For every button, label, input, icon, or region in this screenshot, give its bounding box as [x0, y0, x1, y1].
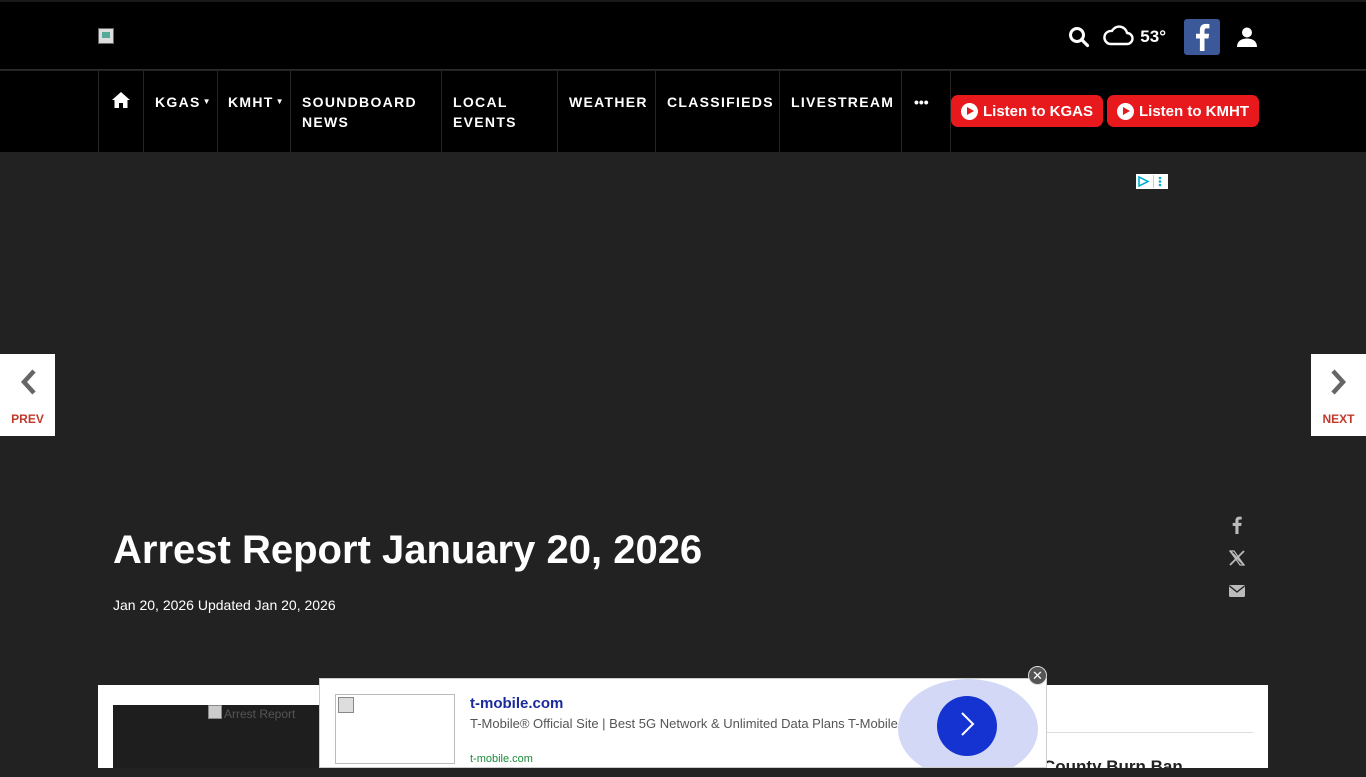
nav-local-events-line1: LOCAL [453, 94, 508, 110]
nav-kmht-label: KMHT [228, 94, 274, 110]
article-dates: Jan 20, 2026 Updated Jan 20, 2026 [113, 597, 336, 613]
nav-local-events[interactable]: LOCAL EVENTS [441, 71, 557, 152]
email-share-icon[interactable] [1227, 581, 1247, 601]
sidebar-divider [1043, 732, 1253, 733]
prev-label: PREV [11, 412, 44, 426]
facebook-share-icon[interactable] [1227, 515, 1247, 535]
adchoices-icon[interactable] [1136, 174, 1168, 189]
nav-kmht[interactable]: KMHT ▼ [217, 71, 290, 152]
nav-home[interactable] [98, 71, 143, 152]
listen-kgas-label: Listen to KGAS [983, 102, 1094, 120]
ad-banner[interactable]: t-mobile.com T-Mobile® Official Site | B… [319, 678, 1047, 768]
user-icon[interactable] [1236, 26, 1258, 48]
next-button[interactable]: NEXT [1311, 354, 1366, 436]
listen-kgas-button[interactable]: Listen to KGAS [951, 95, 1104, 127]
listen-kmht-label: Listen to KMHT [1139, 102, 1249, 120]
nav-soundboard-news[interactable]: SOUNDBOARD NEWS [290, 71, 441, 152]
nav-soundboard-line2: NEWS [302, 114, 350, 130]
ad-go-button[interactable] [937, 696, 997, 756]
nav-local-events-line2: EVENTS [453, 114, 517, 130]
chevron-right-icon [957, 710, 977, 743]
listen-kmht-button[interactable]: Listen to KMHT [1107, 95, 1259, 127]
nav-classifieds-label: CLASSIFIEDS [667, 94, 774, 110]
header-tools: 53° [1068, 18, 1258, 56]
weather-widget[interactable]: 53° [1102, 23, 1166, 52]
next-label: NEXT [1322, 412, 1355, 426]
nav-weather[interactable]: WEATHER [557, 71, 655, 152]
article-title: Arrest Report January 20, 2026 [113, 528, 703, 572]
article-image-alt: Arrest Report [224, 707, 296, 721]
sidebar-heading[interactable]: County Burn Ban [1043, 757, 1183, 777]
nav-kgas[interactable]: KGAS ▼ [143, 71, 217, 152]
nav-classifieds[interactable]: CLASSIFIEDS [655, 71, 779, 152]
caret-down-icon: ▼ [275, 97, 285, 106]
play-icon [961, 102, 978, 120]
facebook-icon[interactable] [1184, 19, 1220, 55]
more-icon: ••• [914, 94, 929, 110]
ad-image[interactable] [335, 694, 455, 764]
ad-description: T-Mobile® Official Site | Best 5G Networ… [470, 716, 898, 731]
prev-button[interactable]: PREV [0, 354, 55, 436]
ad-close-button[interactable]: ✕ [1028, 666, 1047, 685]
nav-livestream[interactable]: LIVESTREAM [779, 71, 901, 152]
nav-more[interactable]: ••• [901, 71, 951, 152]
home-icon [111, 91, 131, 114]
weather-temp: 53° [1140, 27, 1166, 46]
ad-url[interactable]: t-mobile.com [470, 753, 533, 765]
main-nav: KGAS ▼ KMHT ▼ SOUNDBOARD NEWS LOCAL EVENTS… [0, 71, 1366, 152]
chevron-left-icon [19, 368, 37, 402]
site-logo[interactable] [98, 28, 114, 44]
nav-soundboard-line1: SOUNDBOARD [302, 94, 417, 110]
top-bar: 53° [0, 0, 1366, 70]
close-icon: ✕ [1032, 667, 1043, 683]
nav-kgas-label: KGAS [155, 94, 201, 110]
nav-weather-label: WEATHER [569, 94, 648, 110]
ad-title[interactable]: t-mobile.com [470, 695, 563, 712]
nav-livestream-label: LIVESTREAM [791, 94, 895, 110]
cloud-icon [1102, 23, 1134, 52]
x-share-icon[interactable] [1227, 548, 1247, 568]
search-icon[interactable] [1068, 26, 1090, 48]
caret-down-icon: ▼ [202, 97, 212, 106]
play-icon [1117, 102, 1134, 120]
chevron-right-icon [1330, 368, 1348, 402]
broken-image-icon [208, 705, 222, 719]
